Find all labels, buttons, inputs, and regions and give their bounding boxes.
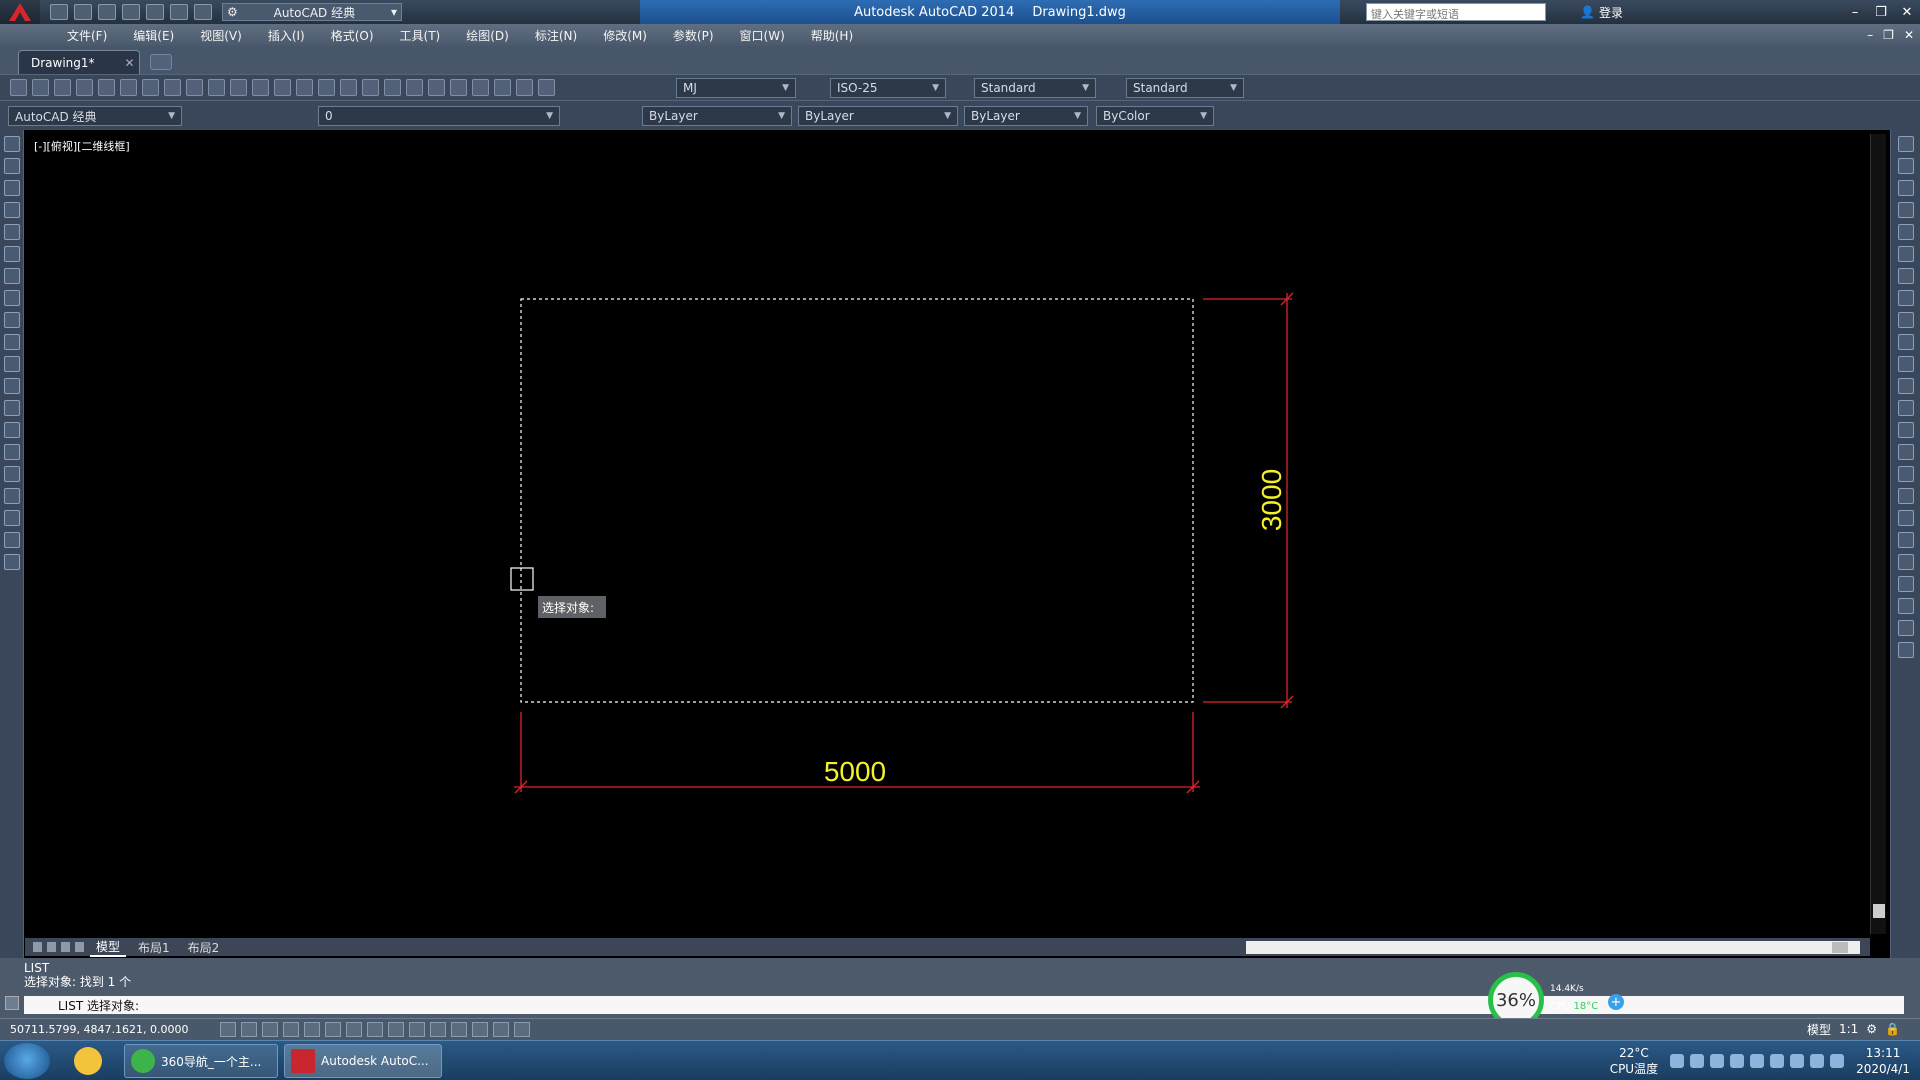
infer-toggle-icon[interactable] [220,1022,236,1037]
prev-layout-icon[interactable] [47,942,56,952]
tray-icons [1670,1054,1845,1068]
lineweight-toggle-icon[interactable] [430,1022,446,1037]
tray-app-icon[interactable] [1690,1054,1705,1068]
osnap-toggle-icon[interactable] [325,1022,341,1037]
tray-temp-label: CPU温度 [1609,1062,1659,1076]
windows-taskbar: 360导航_一个主... Autodesk AutoC... 22°C CPU温… [0,1040,1920,1080]
3dosnap-toggle-icon[interactable] [346,1022,362,1037]
last-layout-icon[interactable] [75,942,84,952]
sc-toggle-icon[interactable] [493,1022,509,1037]
cpu-temp-value: 18°C [1573,1001,1599,1012]
tab-layout2[interactable]: 布局2 [182,939,226,956]
clock-time: 13:11 [1865,1046,1901,1060]
cpu-temp-widget[interactable]: 22°C CPU温度 [1610,1045,1658,1077]
browser-icon [131,1049,155,1073]
tray-temp: 22°C [1619,1046,1649,1060]
grid-toggle-icon[interactable] [262,1022,278,1037]
hscroll-thumb[interactable] [1832,942,1848,953]
pickbox-cursor-icon [510,567,534,591]
qp-toggle-icon[interactable] [472,1022,488,1037]
command-history-line: 选择对象: 找到 1 个 [24,975,132,989]
dyn-toggle-icon[interactable] [409,1022,425,1037]
taskbar-item-label: 360导航_一个主... [161,1054,262,1069]
ducs-toggle-icon[interactable] [388,1022,404,1037]
coordinate-readout[interactable]: 50711.5799, 4847.1621, 0.0000 [0,1023,220,1036]
workspace-gear-icon[interactable]: ⚙ [1866,1022,1877,1036]
drawing-svg: 3000 5000 [510,292,1294,794]
start-button[interactable] [4,1043,50,1079]
taskbar-item-autocad[interactable]: Autodesk AutoC... [284,1044,442,1078]
first-layout-icon[interactable] [33,942,42,952]
snap-toggle-icon[interactable] [241,1022,257,1037]
security-icon[interactable] [1790,1054,1805,1068]
taskbar-item-browser[interactable]: 360导航_一个主... [124,1044,278,1078]
lock-icon[interactable]: 🔒 [1885,1022,1900,1036]
system-tray: 22°C CPU温度 13:11 2020/4/1 [1610,1041,1910,1080]
status-bar-right: 模型 1:1 ⚙ 🔒 [1807,1020,1900,1038]
cpu-temp: CPU 18°C [1550,1001,1598,1012]
clock-date: 2020/4/1 [1856,1062,1910,1076]
command-history: LIST 选择对象: 找到 1 个 [24,961,131,989]
otrack-toggle-icon[interactable] [367,1022,383,1037]
dynamic-input-tooltip: 选择对象: [538,596,606,618]
qq-tray-icon[interactable] [1710,1054,1725,1068]
transparency-toggle-icon[interactable] [451,1022,467,1037]
network-icon[interactable] [1730,1054,1745,1068]
am-toggle-icon[interactable] [514,1022,530,1037]
annotation-scale[interactable]: 1:1 [1839,1022,1858,1036]
horizontal-scrollbar[interactable] [1246,941,1860,954]
qq-icon[interactable] [74,1047,102,1075]
command-history-line: LIST [24,961,50,975]
flag-icon[interactable] [1750,1054,1765,1068]
status-bar: 50711.5799, 4847.1621, 0.0000 [0,1018,1920,1040]
taskbar-item-label: Autodesk AutoC... [321,1054,429,1068]
drafting-settings [220,1022,530,1037]
net-speed: 14.4K/s [1550,984,1584,994]
ortho-toggle-icon[interactable] [283,1022,299,1037]
shield-icon[interactable] [1770,1054,1785,1068]
model-space-button[interactable]: 模型 [1807,1021,1831,1038]
wrench-icon[interactable] [5,996,19,1010]
display-icon[interactable] [1810,1054,1825,1068]
autocad-icon [291,1049,315,1073]
next-layout-icon[interactable] [61,942,70,952]
command-window [0,958,1920,1026]
cpu-temp-label: CPU [1550,1001,1571,1012]
clock[interactable]: 13:11 2020/4/1 [1856,1045,1910,1077]
volume-icon[interactable] [1830,1054,1845,1068]
tab-model[interactable]: 模型 [90,938,127,957]
selected-rectangle[interactable] [520,298,1194,703]
wechat-icon[interactable] [1670,1054,1685,1068]
accelerate-button[interactable]: + [1608,994,1624,1010]
tab-layout1[interactable]: 布局1 [132,939,176,956]
layout-nav [25,942,84,952]
dim-text-horizontal[interactable]: 5000 [824,756,886,787]
polar-toggle-icon[interactable] [304,1022,320,1037]
dim-text-vertical[interactable]: 3000 [1256,469,1287,531]
